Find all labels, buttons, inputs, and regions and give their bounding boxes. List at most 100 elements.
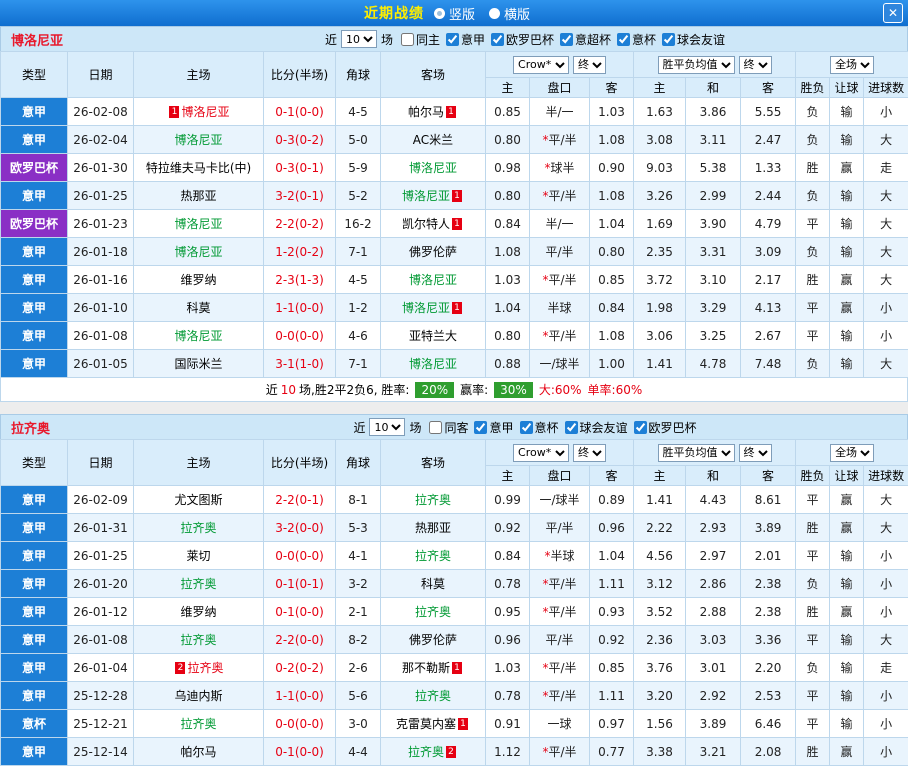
section-header: 拉齐奥近10场同客意甲意杯球会友谊欧罗巴杯: [0, 414, 908, 439]
home-favorite-star: *: [544, 161, 550, 175]
filter-checkbox[interactable]: [429, 421, 442, 434]
home-team-cell: 维罗纳: [134, 266, 264, 294]
score-cell: 0-0(0-0): [264, 710, 336, 738]
avg-type-select[interactable]: 胜平负均值: [658, 444, 735, 462]
date-cell: 25-12-21: [68, 710, 134, 738]
league-cell: 意甲: [1, 598, 68, 626]
filter-check-0-4[interactable]: 意杯: [617, 31, 656, 48]
scope-select[interactable]: 全场: [830, 444, 874, 462]
close-button[interactable]: ✕: [883, 3, 903, 23]
odds-home-cell: 0.84: [486, 542, 530, 570]
filter-check-1-3[interactable]: 球会友谊: [565, 419, 628, 436]
odd-rate-text: 单率:60%: [588, 381, 643, 398]
filter-check-0-5[interactable]: 球会友谊: [662, 31, 725, 48]
col-corner: 角球: [336, 440, 381, 486]
filter-checkbox[interactable]: [617, 33, 630, 46]
odds-group-header: Crow*终: [486, 440, 634, 466]
layout-option-1[interactable]: 横版: [489, 4, 530, 23]
layout-option-0[interactable]: 竖版: [434, 4, 475, 23]
score-cell: 1-1(0-0): [264, 294, 336, 322]
team-section-0: 博洛尼亚近10场同主意甲欧罗巴杯意超杯意杯球会友谊类型日期主场比分(半场)角球客…: [0, 26, 908, 402]
filter-check-0-1[interactable]: 意甲: [446, 31, 485, 48]
corner-cell: 5-0: [336, 126, 381, 154]
odds-handicap-cell: 一/球半: [530, 350, 590, 378]
league-cell: 意甲: [1, 654, 68, 682]
team-label: 尤文图斯: [174, 493, 222, 507]
filter-check-1-2[interactable]: 意杯: [520, 419, 559, 436]
col-corner: 角球: [336, 52, 381, 98]
away-team-cell: 热那亚: [381, 514, 486, 542]
avg-home-cell: 4.56: [634, 542, 686, 570]
avg-stage-select[interactable]: 终: [739, 56, 772, 74]
goals-result-cell: 走: [864, 654, 908, 682]
filter-check-1-4[interactable]: 欧罗巴杯: [634, 419, 697, 436]
matches-table: 类型日期主场比分(半场)角球客场Crow*终胜平负均值终全场主盘口客主和客胜负让…: [0, 51, 908, 378]
match-row: 意甲26-01-08博洛尼亚0-0(0-0)4-6亚特兰大0.80*平/半1.0…: [1, 322, 908, 350]
goals-result-cell: 小: [864, 682, 908, 710]
avg-home-cell: 1.41: [634, 486, 686, 514]
odds-stage-select[interactable]: 终: [573, 56, 606, 74]
team-label: 拉齐奥: [415, 689, 451, 703]
handicap-result-cell: 输: [830, 682, 864, 710]
filter-bar: 近10场同主意甲欧罗巴杯意超杯意杯球会友谊: [141, 30, 907, 48]
avg-away-cell: 6.46: [741, 710, 796, 738]
avg-type-select[interactable]: 胜平负均值: [658, 56, 735, 74]
avg-draw-cell: 5.38: [686, 154, 741, 182]
avg-away-cell: 2.38: [741, 570, 796, 598]
odds-stage-select[interactable]: 终: [573, 444, 606, 462]
odds-handicap-cell: *球半: [530, 154, 590, 182]
bookmaker-select[interactable]: Crow*: [513, 444, 569, 462]
filter-checkbox[interactable]: [401, 33, 414, 46]
col-odds-home: 主: [486, 466, 530, 486]
recent-count-select[interactable]: 10: [341, 30, 377, 48]
home-team-cell: 尤文图斯: [134, 486, 264, 514]
red-card-badge: 1: [452, 190, 462, 202]
recent-count-select[interactable]: 10: [369, 418, 405, 436]
odds-home-cell: 1.12: [486, 738, 530, 766]
avg-home-cell: 9.03: [634, 154, 686, 182]
odds-home-cell: 0.96: [486, 626, 530, 654]
red-card-badge: 1: [458, 718, 468, 730]
filter-checkbox[interactable]: [634, 421, 647, 434]
scope-select[interactable]: 全场: [830, 56, 874, 74]
odds-handicap-cell: *平/半: [530, 126, 590, 154]
goals-result-cell: 大: [864, 182, 908, 210]
filter-checkbox[interactable]: [491, 33, 504, 46]
result-cell: 负: [796, 238, 830, 266]
result-cell: 平: [796, 210, 830, 238]
score-cell: 3-1(1-0): [264, 350, 336, 378]
filter-checkbox[interactable]: [446, 33, 459, 46]
date-cell: 26-01-10: [68, 294, 134, 322]
odds-handicap-cell: *平/半: [530, 598, 590, 626]
filter-check-1-0[interactable]: 同客: [429, 419, 468, 436]
avg-stage-select[interactable]: 终: [739, 444, 772, 462]
odds-home-cell: 1.03: [486, 266, 530, 294]
odds-handicap-cell: 半球: [530, 294, 590, 322]
filter-checkbox[interactable]: [662, 33, 675, 46]
goals-result-cell: 大: [864, 514, 908, 542]
handicap-result-cell: 输: [830, 126, 864, 154]
handicap-result-cell: 输: [830, 182, 864, 210]
avg-away-cell: 3.09: [741, 238, 796, 266]
col-goals: 进球数: [864, 466, 908, 486]
filter-checkbox[interactable]: [560, 33, 573, 46]
team-label: 拉齐奥: [415, 549, 451, 563]
filter-check-0-0[interactable]: 同主: [401, 31, 440, 48]
handicap-result-cell: 赢: [830, 294, 864, 322]
bookmaker-select[interactable]: Crow*: [513, 56, 569, 74]
team-label: 拉齐奥: [187, 661, 223, 675]
avg-away-cell: 2.20: [741, 654, 796, 682]
filter-check-0-3[interactable]: 意超杯: [560, 31, 611, 48]
filter-checkbox[interactable]: [474, 421, 487, 434]
filter-checkbox[interactable]: [520, 421, 533, 434]
filter-check-1-1[interactable]: 意甲: [474, 419, 513, 436]
team-label: 博洛尼亚: [402, 301, 450, 315]
match-row: 意甲26-01-25热那亚3-2(0-1)5-2博洛尼亚10.80*平/半1.0…: [1, 182, 908, 210]
filter-check-0-2[interactable]: 欧罗巴杯: [491, 31, 554, 48]
filter-checkbox[interactable]: [565, 421, 578, 434]
score-cell: 1-2(0-2): [264, 238, 336, 266]
goals-result-cell: 小: [864, 542, 908, 570]
result-cell: 平: [796, 294, 830, 322]
odds-away-cell: 1.08: [590, 182, 634, 210]
games-label: 场: [381, 31, 393, 48]
